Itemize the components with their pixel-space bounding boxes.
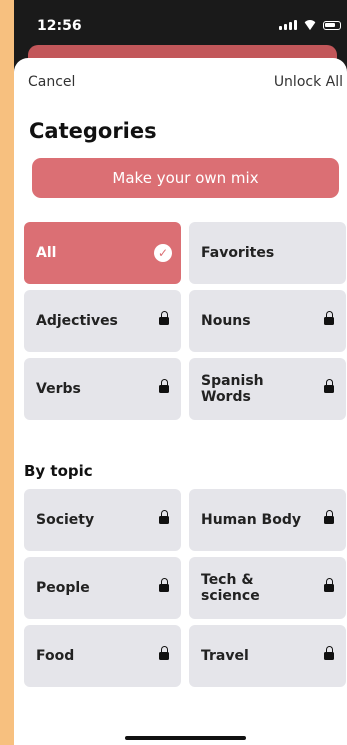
signal-icon xyxy=(279,20,297,30)
battery-icon xyxy=(323,21,341,30)
lock-icon xyxy=(324,510,334,524)
lock-icon xyxy=(159,510,169,524)
lock-icon xyxy=(159,311,169,325)
cancel-button[interactable]: Cancel xyxy=(28,74,75,90)
page-title: Categories xyxy=(29,119,157,143)
topic-label: Food xyxy=(36,648,75,664)
lock-icon xyxy=(324,646,334,660)
home-indicator[interactable] xyxy=(125,736,246,740)
category-label: Spanish Words xyxy=(201,373,264,405)
topic-card-human-body[interactable]: Human Body xyxy=(189,489,346,551)
categories-sheet: Cancel Unlock All Categories Make your o… xyxy=(14,58,347,745)
status-icons xyxy=(279,20,341,30)
category-label: Favorites xyxy=(201,245,275,261)
lock-icon xyxy=(159,578,169,592)
category-label: Adjectives xyxy=(36,313,118,329)
sheet-header: Cancel Unlock All xyxy=(14,58,347,108)
lock-icon xyxy=(159,646,169,660)
topic-label: Human Body xyxy=(201,512,301,528)
lock-icon xyxy=(324,578,334,592)
lock-icon xyxy=(324,379,334,393)
checkmark-icon: ✓ xyxy=(154,244,172,262)
category-card-all[interactable]: All ✓ xyxy=(24,222,181,284)
topic-card-food[interactable]: Food xyxy=(24,625,181,687)
topic-label: Tech & science xyxy=(201,572,260,604)
category-label: All xyxy=(36,245,57,261)
topic-card-tech-science[interactable]: Tech & science xyxy=(189,557,346,619)
topic-label: Society xyxy=(36,512,95,528)
topic-card-travel[interactable]: Travel xyxy=(189,625,346,687)
category-label: Verbs xyxy=(36,381,81,397)
topic-card-people[interactable]: People xyxy=(24,557,181,619)
topic-card-society[interactable]: Society xyxy=(24,489,181,551)
category-card-nouns[interactable]: Nouns xyxy=(189,290,346,352)
unlock-all-button[interactable]: Unlock All xyxy=(274,74,343,90)
category-label: Nouns xyxy=(201,313,251,329)
topic-label: Travel xyxy=(201,648,249,664)
category-card-verbs[interactable]: Verbs xyxy=(24,358,181,420)
category-card-favorites[interactable]: Favorites xyxy=(189,222,346,284)
lock-icon xyxy=(324,311,334,325)
topics-grid: Society Human Body People Tech & science… xyxy=(24,489,347,687)
phone-screen: 12:56 Cancel Unlock All Categories Make … xyxy=(14,0,347,745)
categories-grid: All ✓ Favorites Adjectives Nouns Verbs S… xyxy=(24,222,347,420)
make-own-mix-button[interactable]: Make your own mix xyxy=(32,158,339,198)
lock-icon xyxy=(159,379,169,393)
status-time: 12:56 xyxy=(37,18,82,34)
category-card-spanish-words[interactable]: Spanish Words xyxy=(189,358,346,420)
category-card-adjectives[interactable]: Adjectives xyxy=(24,290,181,352)
wifi-icon xyxy=(303,20,317,30)
status-bar: 12:56 xyxy=(14,0,347,48)
by-topic-heading: By topic xyxy=(24,462,93,480)
topic-label: People xyxy=(36,580,90,596)
